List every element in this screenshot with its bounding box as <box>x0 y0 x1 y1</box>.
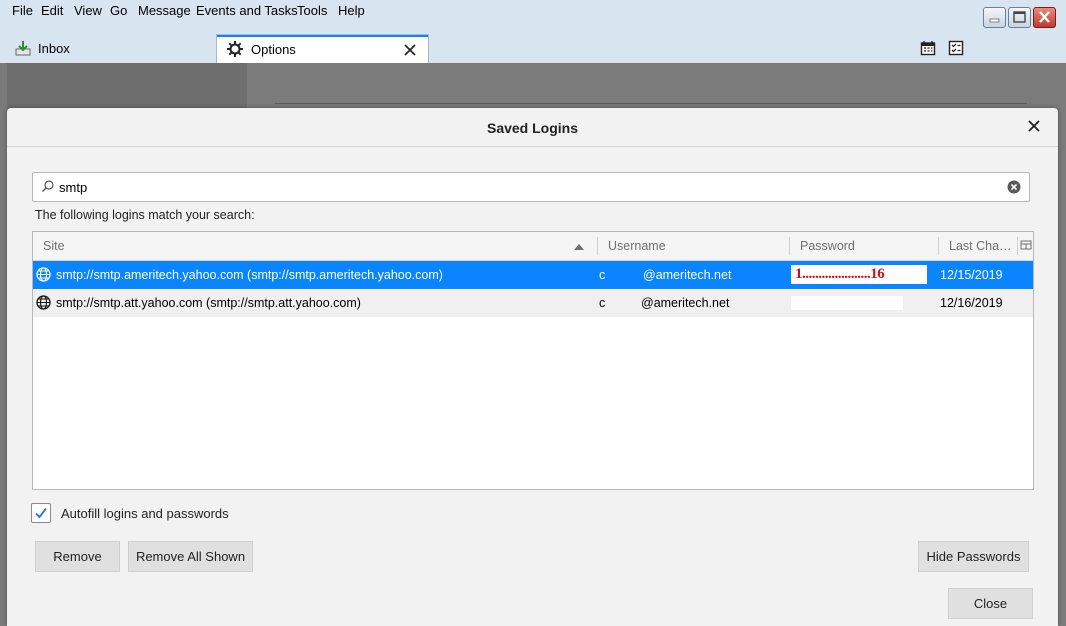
tasks-icon[interactable] <box>948 40 964 56</box>
options-sidebar-dimmed <box>7 63 247 113</box>
divider <box>275 103 1027 104</box>
remove-button[interactable]: Remove <box>35 541 120 572</box>
hide-passwords-label: Hide Passwords <box>926 549 1021 564</box>
minimize-icon <box>989 18 1000 23</box>
row-password: 1.....................16 <box>795 266 885 282</box>
saved-logins-dialog: Saved Logins smtp The following logins m… <box>7 108 1058 626</box>
search-input[interactable]: smtp <box>32 172 1030 202</box>
menu-message[interactable]: Message <box>138 3 191 18</box>
menu-bar: File Edit View Go Message Events and Tas… <box>0 0 1066 36</box>
table-row[interactable]: smtp://smtp.ameritech.yahoo.com (smtp://… <box>33 261 1033 289</box>
logins-table: Site Username Password Last Cha… smtp://… <box>32 231 1034 490</box>
row-username-prefix: c <box>599 268 606 282</box>
maximize-button[interactable] <box>1008 7 1031 28</box>
tab-options[interactable]: Options <box>216 34 429 63</box>
row-site: smtp://smtp.ameritech.yahoo.com (smtp://… <box>56 268 443 282</box>
menu-go[interactable]: Go <box>110 3 127 18</box>
remove-all-shown-label: Remove All Shown <box>135 549 246 564</box>
menu-edit[interactable]: Edit <box>41 3 63 18</box>
globe-icon <box>36 267 51 282</box>
autofill-checkbox[interactable] <box>31 503 51 523</box>
maximize-icon <box>1013 11 1026 23</box>
column-separator[interactable] <box>789 237 790 255</box>
row-username-prefix: c <box>599 296 606 310</box>
tab-options-label: Options <box>251 41 296 57</box>
tab-inbox-label: Inbox <box>38 40 70 56</box>
column-header-username[interactable]: Username <box>608 239 666 253</box>
column-header-password[interactable]: Password <box>800 239 855 253</box>
column-separator[interactable] <box>1017 237 1018 255</box>
search-results-label: The following logins match your search: <box>35 208 255 222</box>
menu-help[interactable]: Help <box>338 3 365 18</box>
gear-icon <box>227 41 243 57</box>
column-header-site[interactable]: Site <box>43 239 65 253</box>
row-site: smtp://smtp.att.yahoo.com (smtp://smtp.a… <box>56 296 361 310</box>
calendar-icon[interactable] <box>920 40 936 56</box>
column-header-last-changed[interactable]: Last Cha… <box>949 239 1012 253</box>
minimize-button[interactable] <box>983 7 1006 28</box>
dialog-header: Saved Logins <box>7 108 1058 147</box>
tab-bar: Inbox Options <box>0 34 1066 64</box>
search-icon <box>42 180 54 192</box>
window-controls <box>983 7 1056 28</box>
tab-inbox[interactable]: Inbox <box>8 34 208 62</box>
menu-events-and-tasks[interactable]: Events and Tasks <box>196 3 298 18</box>
menu-tools[interactable]: Tools <box>297 3 327 18</box>
clear-search-icon[interactable] <box>1007 180 1021 194</box>
menu-view[interactable]: View <box>74 3 102 18</box>
row-username-domain: @ameritech.net <box>641 296 730 310</box>
remove-all-shown-button[interactable]: Remove All Shown <box>128 541 253 572</box>
inbox-download-icon <box>15 41 31 56</box>
tab-close-icon[interactable] <box>404 44 416 56</box>
hide-passwords-button[interactable]: Hide Passwords <box>918 541 1029 572</box>
window-close-button[interactable] <box>1033 7 1056 28</box>
close-icon <box>1039 11 1050 23</box>
autofill-label: Autofill logins and passwords <box>61 506 229 521</box>
sort-ascending-icon <box>574 244 584 250</box>
menu-file[interactable]: File <box>12 3 33 18</box>
close-button-label: Close <box>973 596 1008 611</box>
column-separator[interactable] <box>938 237 939 255</box>
remove-button-label: Remove <box>53 549 102 564</box>
dialog-close-icon[interactable] <box>1026 118 1042 134</box>
row-last-changed: 12/16/2019 <box>940 296 1003 310</box>
password-redaction <box>791 296 903 310</box>
table-header: Site Username Password Last Cha… <box>33 232 1033 261</box>
column-picker-icon[interactable] <box>1020 240 1032 252</box>
checkmark-icon <box>35 507 47 519</box>
globe-icon <box>36 295 51 310</box>
column-separator[interactable] <box>597 237 598 255</box>
row-username-domain: @ameritech.net <box>643 268 732 282</box>
dialog-title: Saved Logins <box>486 120 579 136</box>
search-value: smtp <box>59 180 88 195</box>
close-button[interactable]: Close <box>948 588 1033 619</box>
row-last-changed: 12/15/2019 <box>940 268 1003 282</box>
table-row[interactable]: smtp://smtp.att.yahoo.com (smtp://smtp.a… <box>33 289 1033 317</box>
